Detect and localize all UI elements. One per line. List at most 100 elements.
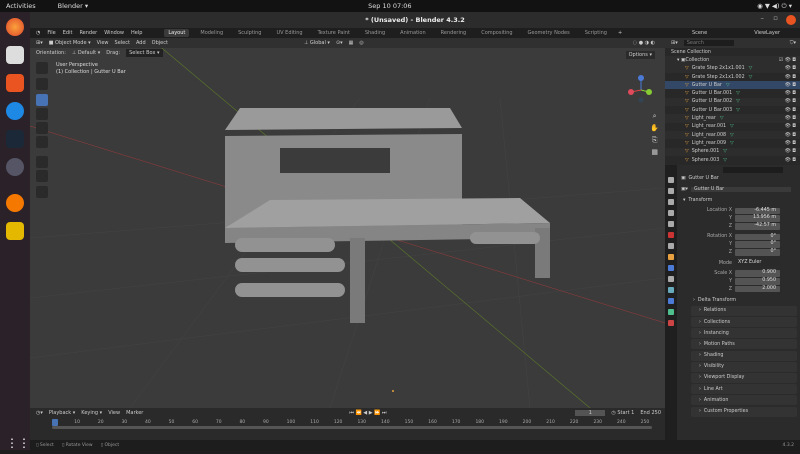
- help-icon[interactable]: [6, 102, 24, 120]
- properties-tab-icon[interactable]: [668, 188, 674, 194]
- system-tray-icons[interactable]: ◉ ▼ ◀) ⏻ ▾: [757, 2, 792, 11]
- outliner-item[interactable]: ▽ Sphere.001 ▽ 👁 ◘: [665, 147, 800, 156]
- tab-scripting[interactable]: Scripting: [581, 29, 611, 37]
- visibility-icon[interactable]: 👁 ◘: [785, 158, 796, 163]
- show-apps-icon[interactable]: ⋮⋮: [6, 436, 30, 454]
- location-y-field[interactable]: 13.956 m: [735, 215, 780, 222]
- properties-tab-icon[interactable]: [668, 287, 674, 293]
- filter-icon[interactable]: ⛉▾: [790, 40, 796, 46]
- tab-sculpting[interactable]: Sculpting: [234, 29, 265, 37]
- rotation-x-field[interactable]: 0°: [735, 233, 780, 241]
- visibility-icon[interactable]: 👁 ◘: [785, 116, 796, 121]
- app-center-icon[interactable]: [6, 74, 24, 92]
- properties-panel[interactable]: › Visibility: [691, 361, 797, 372]
- rotation-y-field[interactable]: 0°: [735, 241, 780, 248]
- add-menu[interactable]: Add: [136, 40, 146, 46]
- visibility-icon[interactable]: 👁 ◘: [785, 108, 796, 113]
- editor-type-icon[interactable]: ⊞▾: [36, 40, 43, 46]
- outliner-search-input[interactable]: Search: [683, 40, 734, 46]
- marker-menu[interactable]: Marker: [126, 410, 143, 416]
- transform-tool-icon[interactable]: [36, 136, 48, 148]
- pan-hand-icon[interactable]: ✋: [650, 122, 659, 134]
- minimize-button[interactable]: –: [761, 14, 765, 22]
- scene-collection-row[interactable]: Scene Collection: [665, 48, 800, 56]
- shading-modes[interactable]: ◌ ● ◑ ◐: [633, 40, 655, 46]
- camera-view-icon[interactable]: ⎘: [650, 134, 659, 146]
- outliner-item[interactable]: ▽ Light_rear.001 ▽ 👁 ◘: [665, 123, 800, 131]
- tab-modeling[interactable]: Modeling: [196, 29, 227, 37]
- properties-tab-icon[interactable]: [668, 232, 674, 238]
- notes-icon[interactable]: [6, 222, 24, 240]
- view-menu[interactable]: View: [97, 40, 109, 46]
- object-data-field[interactable]: ▣▾ Gutter U Bar: [677, 186, 800, 194]
- properties-tab-icon[interactable]: [668, 199, 674, 205]
- mode-selector[interactable]: ■ Object Mode ▾: [49, 40, 91, 46]
- start-frame-field[interactable]: ◷ Start 1: [611, 410, 634, 416]
- close-window-button[interactable]: [786, 15, 796, 25]
- scene-selector[interactable]: Scene: [692, 30, 707, 36]
- files-icon[interactable]: [6, 46, 24, 64]
- transform-orientation-selector[interactable]: ⊥ Global ▾: [304, 40, 330, 46]
- properties-panel[interactable]: › Instancing: [691, 328, 797, 339]
- blender-logo-icon[interactable]: ◔: [36, 30, 40, 36]
- outliner-item[interactable]: ▽ Gutter U Bar.001 ▽ 👁 ◘: [665, 89, 800, 97]
- select-tool-icon[interactable]: [36, 62, 48, 74]
- properties-search-input[interactable]: [723, 167, 783, 173]
- visibility-icon[interactable]: 👁 ◘: [785, 133, 796, 138]
- menu-edit[interactable]: Edit: [63, 30, 73, 36]
- rotate-tool-icon[interactable]: [36, 108, 48, 120]
- properties-panel[interactable]: › Relations: [691, 305, 797, 316]
- properties-tab-icon[interactable]: [668, 221, 674, 227]
- tab-texture-paint[interactable]: Texture Paint: [314, 29, 354, 37]
- menu-file[interactable]: File: [47, 30, 55, 36]
- timeline-scrollbar[interactable]: [52, 426, 652, 429]
- tab-shading[interactable]: Shading: [361, 29, 389, 37]
- properties-tab-icon[interactable]: [668, 243, 674, 249]
- visibility-icon[interactable]: 👁 ◘: [785, 124, 796, 129]
- view-menu[interactable]: View: [108, 410, 120, 416]
- add-cube-tool-icon[interactable]: [36, 186, 48, 198]
- playback-controls[interactable]: ⏮ ⏪ ◀ ▶ ⏩ ⏭: [349, 410, 386, 416]
- outliner-item[interactable]: ▽ Gutter U Bar.003 ▽ 👁 ◘: [665, 106, 800, 114]
- location-z-field[interactable]: -42.57 m: [735, 223, 780, 230]
- measure-tool-icon[interactable]: [36, 170, 48, 182]
- tab-compositing[interactable]: Compositing: [477, 29, 516, 37]
- properties-panel[interactable]: › Animation: [691, 395, 797, 406]
- properties-panel[interactable]: › Custom Properties: [691, 406, 797, 417]
- steam-icon[interactable]: [6, 130, 24, 148]
- view-layer-selector[interactable]: ViewLayer: [754, 30, 780, 36]
- orientation-selector[interactable]: ⊥ Default ▾: [72, 50, 100, 56]
- drag-selector[interactable]: Select Box ▾: [126, 49, 163, 57]
- current-frame-field[interactable]: 1: [575, 410, 606, 416]
- properties-tab-icon[interactable]: [668, 254, 674, 260]
- object-menu[interactable]: Object: [152, 40, 168, 46]
- properties-tab-icon[interactable]: [668, 265, 674, 271]
- visibility-icon[interactable]: 👁 ◘: [785, 91, 796, 96]
- software-updater-icon[interactable]: [6, 158, 24, 176]
- options-dropdown[interactable]: Options ▾: [625, 51, 655, 59]
- select-menu[interactable]: Select: [115, 40, 130, 46]
- properties-panel[interactable]: › Viewport Display: [691, 372, 797, 383]
- tab-animation[interactable]: Animation: [396, 29, 430, 37]
- properties-tab-icon[interactable]: [668, 210, 674, 216]
- tab-uv-editing[interactable]: UV Editing: [272, 29, 306, 37]
- 3d-viewport[interactable]: ⊞▾ ■ Object Mode ▾ View Select Add Objec…: [30, 38, 665, 408]
- scale-x-field[interactable]: 0.900: [735, 270, 780, 277]
- perspective-toggle-icon[interactable]: ▦: [650, 146, 659, 158]
- clock[interactable]: Sep 10 07:06: [368, 2, 411, 10]
- location-x-field[interactable]: -6.445 m: [735, 207, 780, 215]
- menu-help[interactable]: Help: [131, 30, 142, 36]
- collection-row[interactable]: ▾ ▣ Collection ☑ 👁 ◘: [665, 56, 800, 65]
- add-workspace-button[interactable]: +: [618, 30, 622, 36]
- properties-tab-icon[interactable]: [668, 276, 674, 282]
- tab-rendering[interactable]: Rendering: [437, 29, 471, 37]
- visibility-icon[interactable]: 👁 ◘: [785, 141, 796, 146]
- visibility-icon[interactable]: 👁 ◘: [785, 83, 796, 88]
- menu-window[interactable]: Window: [104, 30, 124, 36]
- keying-menu[interactable]: Keying ▾: [81, 410, 102, 416]
- pivot-icon[interactable]: ⊙▾: [336, 40, 343, 46]
- snap-icon[interactable]: ▦: [349, 40, 354, 46]
- properties-tab-icon[interactable]: [668, 177, 674, 183]
- maximize-button[interactable]: ▫: [773, 14, 778, 22]
- blender-icon[interactable]: [6, 194, 24, 212]
